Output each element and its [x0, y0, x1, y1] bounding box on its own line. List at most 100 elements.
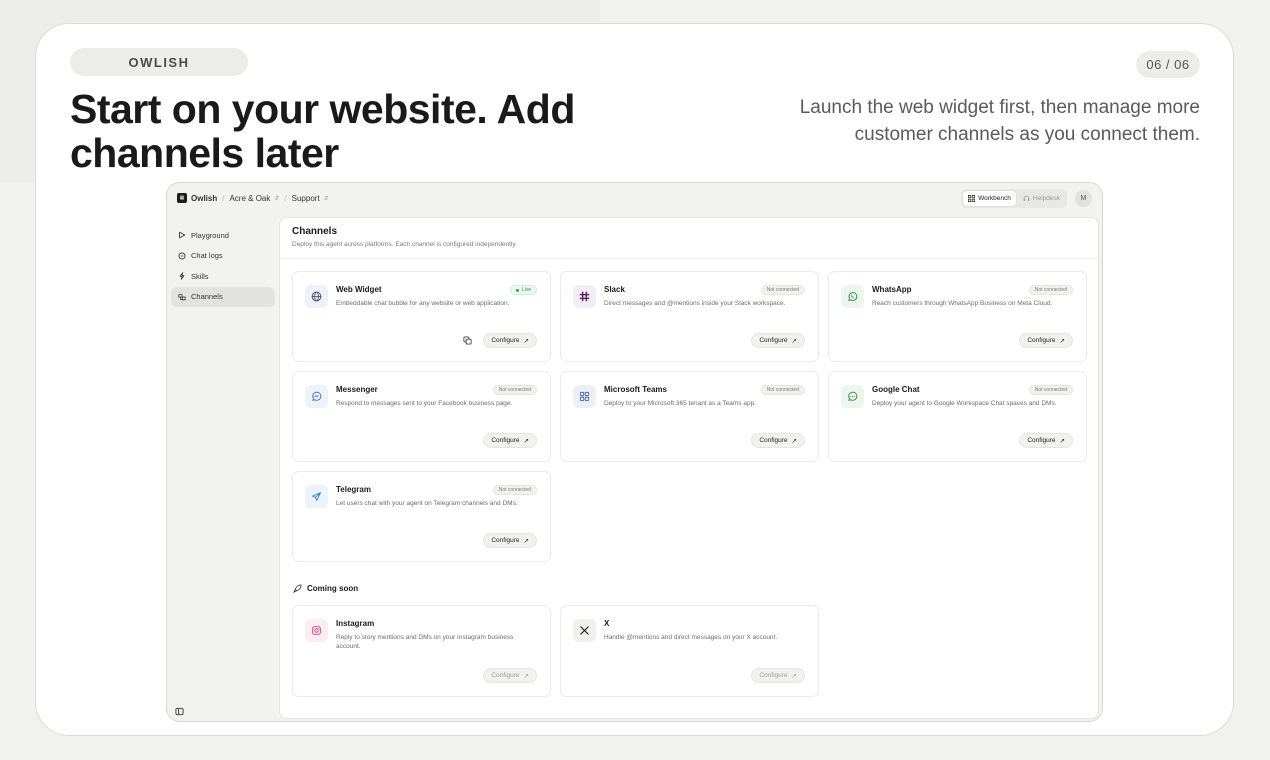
configure-button[interactable]: Configure ↗	[483, 333, 537, 348]
whatsapp-icon	[841, 285, 864, 308]
channel-name: Telegram	[336, 485, 371, 494]
telegram-icon	[305, 485, 328, 508]
status-badge: Not connected	[760, 385, 805, 395]
sidebar-item-label: Chat logs	[191, 251, 223, 260]
channel-card-messenger: Messenger Respond to messages sent to yo…	[292, 371, 551, 462]
slide-card: OWLISH 06 / 06 Start on your website. Ad…	[35, 23, 1234, 736]
configure-label: Configure	[759, 437, 788, 444]
channel-name: Slack	[604, 285, 625, 294]
configure-button: Configure ↗	[483, 668, 537, 683]
coming-soon-heading: Coming soon	[293, 584, 358, 593]
channel-name: Google Chat	[872, 385, 920, 394]
channel-description: Deploy to your Microsoft 365 tenant as a…	[604, 400, 756, 407]
slide-subhead: Launch the web widget first, then manage…	[799, 97, 1200, 145]
external-arrow-icon: ↗	[791, 672, 797, 680]
external-arrow-icon: ↗	[791, 337, 797, 345]
breadcrumb-agent[interactable]: Support	[292, 194, 320, 203]
page-indicator: 06 / 06	[1136, 51, 1200, 78]
helpdesk-label: Helpdesk	[1032, 194, 1060, 202]
breadcrumb-separator: /	[284, 193, 287, 203]
brand-pill: OWLISH	[70, 48, 248, 76]
configure-button[interactable]: Configure ↗	[1019, 433, 1073, 448]
workbench-tab[interactable]: Workbench	[963, 190, 1016, 206]
configure-label: Configure	[759, 672, 788, 679]
page-subtitle: Deploy this agent across platforms. Each…	[292, 241, 517, 248]
sidebar-item-chat-logs[interactable]: Chat logs	[171, 246, 275, 266]
channel-card-web-widget: Web Widget Embeddable chat bubble for an…	[292, 271, 551, 362]
configure-button[interactable]: Configure ↗	[483, 533, 537, 548]
sidebar-toggle-icon[interactable]	[175, 707, 184, 716]
user-avatar[interactable]: M	[1075, 189, 1092, 207]
status-badge: Not connected	[492, 485, 537, 495]
configure-button[interactable]: Configure ↗	[1019, 333, 1073, 348]
channel-name: Microsoft Teams	[604, 385, 667, 394]
external-arrow-icon: ↗	[523, 437, 529, 445]
external-arrow-icon: ↗	[791, 437, 797, 445]
sidebar: Playground Chat logs Skills Channels	[171, 225, 275, 307]
status-badge: Not connected	[1028, 385, 1073, 395]
status-badge: Not connected	[492, 385, 537, 395]
helpdesk-tab[interactable]: Helpdesk	[1018, 191, 1065, 206]
play-icon	[179, 231, 186, 239]
panel-header: Channels Deploy this agent across platfo…	[280, 218, 1098, 259]
sidebar-item-playground[interactable]: Playground	[171, 225, 275, 245]
configure-label: Configure	[491, 537, 520, 544]
channel-card-instagram: Instagram Reply to story mentions and DM…	[292, 605, 551, 697]
workspace-switcher-icon[interactable]: ⇵	[274, 195, 279, 202]
configure-button[interactable]: Configure ↗	[751, 333, 805, 348]
breadcrumb-workspace[interactable]: Acre & Oak	[229, 194, 270, 203]
channel-description: Reply to story mentions and DMs on your …	[336, 634, 514, 650]
configure-button[interactable]: Configure ↗	[483, 433, 537, 448]
configure-button: Configure ↗	[751, 668, 805, 683]
channel-name: WhatsApp	[872, 285, 912, 294]
copy-icon[interactable]	[461, 334, 474, 347]
external-arrow-icon: ↗	[523, 337, 529, 345]
sidebar-item-skills[interactable]: Skills	[171, 266, 275, 286]
channel-card-whatsapp: WhatsApp Reach customers through WhatsAp…	[828, 271, 1087, 362]
breadcrumb-app[interactable]: Owlish	[191, 194, 217, 203]
channel-description: Respond to messages sent to your Faceboo…	[336, 400, 513, 407]
channel-name: Instagram	[336, 619, 375, 628]
channel-description: Direct messages and @mentions inside you…	[604, 300, 786, 307]
sidebar-item-channels[interactable]: Channels	[171, 286, 275, 307]
channel-card-slack: Slack Direct messages and @mentions insi…	[560, 271, 819, 362]
globe-icon	[305, 285, 328, 308]
sidebar-item-label: Playground	[191, 230, 229, 240]
app-window: ▦ Owlish / Acre & Oak ⇵ / Support ⇵ Work…	[166, 182, 1103, 722]
sidebar-item-label: Skills	[191, 271, 209, 281]
x-icon	[573, 619, 596, 642]
channel-card-google-chat: Google Chat Deploy your agent to Google …	[828, 371, 1087, 462]
bolt-icon	[179, 272, 185, 280]
coming-soon-grid: Instagram Reply to story mentions and DM…	[292, 605, 819, 697]
page-title: Channels	[292, 226, 338, 237]
app-topbar: ▦ Owlish / Acre & Oak ⇵ / Support ⇵ Work…	[167, 183, 1102, 213]
channel-card-x: X Handle @mentions and direct messages o…	[560, 605, 819, 697]
channel-grid: Web Widget Embeddable chat bubble for an…	[292, 271, 1088, 562]
headset-icon	[1023, 195, 1030, 201]
chat-icon	[178, 252, 186, 259]
channel-card-microsoft-teams: Microsoft Teams Deploy to your Microsoft…	[560, 371, 819, 462]
owlish-logo-icon: ▦	[177, 193, 187, 203]
external-arrow-icon: ↗	[1059, 437, 1065, 445]
channel-description: Deploy your agent to Google Workspace Ch…	[872, 400, 1057, 407]
mode-toggle: Workbench Helpdesk	[961, 188, 1067, 208]
channel-name: Web Widget	[336, 285, 382, 294]
teams-icon	[573, 385, 596, 408]
channel-card-telegram: Telegram Let users chat with your agent …	[292, 471, 551, 562]
channels-icon	[178, 293, 186, 300]
google-chat-icon	[841, 385, 864, 408]
configure-button[interactable]: Configure ↗	[751, 433, 805, 448]
agent-switcher-icon[interactable]: ⇵	[324, 195, 329, 202]
status-badge: Not connected	[760, 285, 805, 295]
configure-label: Configure	[759, 337, 788, 344]
breadcrumb-separator: /	[222, 193, 225, 203]
sidebar-item-label: Channels	[191, 292, 223, 301]
configure-label: Configure	[1027, 337, 1056, 344]
external-arrow-icon: ↗	[523, 672, 529, 680]
channel-name: Messenger	[336, 385, 378, 394]
topbar-right: Workbench Helpdesk M	[961, 188, 1092, 208]
messenger-icon	[305, 385, 328, 408]
channel-description: Embeddable chat bubble for any website o…	[336, 300, 510, 307]
channel-description: Reach customers through WhatsApp Busines…	[872, 300, 1053, 307]
configure-label: Configure	[491, 337, 520, 344]
